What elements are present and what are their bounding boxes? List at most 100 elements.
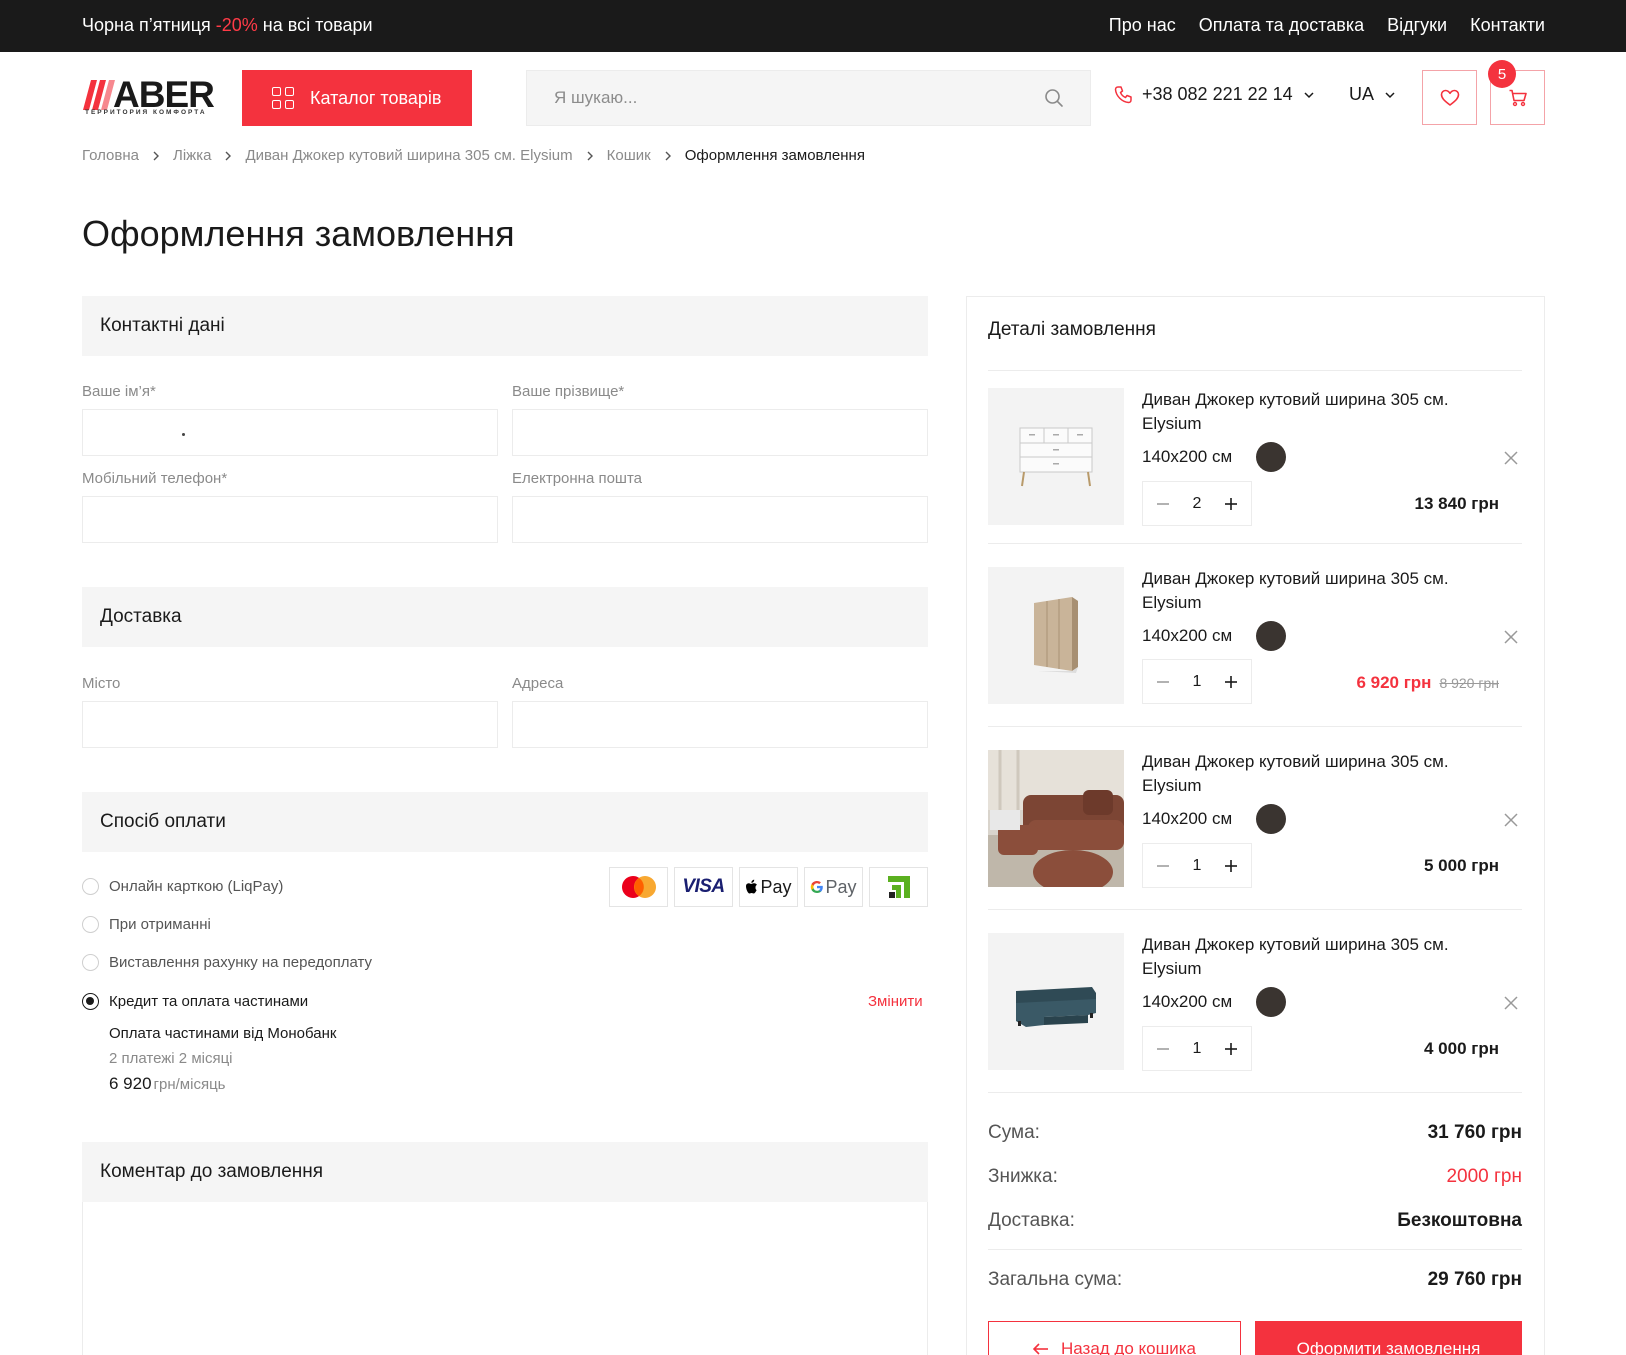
back-to-cart-button[interactable]: Назад до кошика — [988, 1321, 1241, 1355]
cart-item-image[interactable] — [988, 388, 1124, 525]
payment-option-label: Кредит та оплата частинами — [109, 993, 309, 1010]
radio-button[interactable] — [82, 916, 99, 933]
chevron-right-icon — [587, 151, 593, 160]
first-name-input[interactable] — [83, 410, 497, 455]
credit-terms: 2 платежі 2 місяці — [109, 1050, 233, 1067]
email-input[interactable] — [513, 497, 927, 542]
summary-delivery-value: Безкоштовна — [1397, 1210, 1522, 1231]
quantity-value: 1 — [1192, 1039, 1202, 1057]
close-icon[interactable] — [1503, 995, 1519, 1011]
cart-item-image[interactable] — [988, 750, 1124, 887]
visa-text: VISA — [682, 876, 725, 897]
phone-icon — [1114, 85, 1132, 103]
grid-icon — [272, 87, 294, 109]
close-icon[interactable] — [1503, 450, 1519, 466]
chevron-down-icon — [1385, 91, 1395, 98]
breadcrumb-product[interactable]: Диван Джокер кутовий ширина 305 см. Elys… — [245, 147, 572, 164]
phone-dropdown[interactable]: +38 082 221 22 14 — [1113, 84, 1315, 105]
minus-icon[interactable] — [1155, 674, 1171, 690]
minus-icon[interactable] — [1155, 1041, 1171, 1057]
promo-before: Чорна п’ятниця — [82, 15, 216, 35]
nav-contacts[interactable]: Контакти — [1470, 15, 1545, 36]
change-credit-link[interactable]: Змінити — [868, 993, 923, 1010]
minus-icon[interactable] — [1155, 858, 1171, 874]
cart-item-image[interactable] — [988, 933, 1124, 1070]
payment-option-credit[interactable]: Кредит та оплата частинами — [82, 993, 308, 1010]
email-label: Електронна пошта — [512, 470, 643, 487]
summary-discount-value: 2000 грн — [1446, 1166, 1522, 1187]
last-name-field — [512, 409, 928, 456]
submit-order-label: Оформити замовлення — [1296, 1339, 1481, 1355]
last-name-input[interactable] — [513, 410, 927, 455]
brown-sofa-image — [988, 750, 1124, 887]
color-swatch — [1256, 804, 1286, 834]
close-icon[interactable] — [1503, 629, 1519, 645]
plus-icon[interactable] — [1223, 674, 1239, 690]
google-pay-logo: Pay — [804, 867, 863, 907]
city-label: Місто — [82, 675, 121, 692]
close-icon[interactable] — [1503, 812, 1519, 828]
payment-option-on-receipt[interactable]: При отриманні — [82, 916, 211, 933]
quantity-stepper: 1 — [1142, 843, 1252, 888]
comment-textarea[interactable] — [83, 1202, 927, 1355]
language-dropdown[interactable]: UA — [1349, 84, 1396, 105]
summary-discount-label: Знижка: — [988, 1166, 1058, 1187]
summary-total-row: Загальна сума: 29 760 грн — [988, 1269, 1522, 1291]
divider — [988, 370, 1522, 371]
first-name-label: Ваше ім’я* — [82, 383, 156, 400]
cart-item-name[interactable]: Диван Джокер кутовий ширина 305 см. Elys… — [1142, 567, 1472, 615]
cart-item-name[interactable]: Диван Джокер кутовий ширина 305 см. Elys… — [1142, 750, 1472, 798]
plus-icon[interactable] — [1223, 1041, 1239, 1057]
sale-price: 6 920 грн — [1356, 673, 1432, 692]
radio-button[interactable] — [82, 954, 99, 971]
plus-icon[interactable] — [1223, 496, 1239, 512]
divider — [988, 909, 1522, 910]
apple-pay-text: Pay — [760, 876, 792, 897]
radio-button[interactable] — [82, 878, 99, 895]
top-nav: Про нас Оплата та доставка Відгуки Конта… — [1109, 15, 1545, 36]
catalog-label: Каталог товарів — [310, 87, 442, 108]
summary-discount-row: Знижка: 2000 грн — [988, 1166, 1522, 1188]
nav-about[interactable]: Про нас — [1109, 15, 1176, 36]
quantity-stepper: 1 — [1142, 659, 1252, 704]
order-details-heading: Деталі замовлення — [988, 319, 1156, 340]
logo-tagline: ТЕРРИТОРИЯ КОМФОРТА — [85, 109, 207, 116]
summary-total-label: Загальна сума: — [988, 1269, 1123, 1290]
teal-corner-sofa-image — [988, 933, 1124, 1070]
cart-item-name[interactable]: Диван Джокер кутовий ширина 305 см. Elys… — [1142, 933, 1472, 981]
search-icon[interactable] — [1044, 88, 1064, 108]
catalog-button[interactable]: Каталог товарів — [242, 70, 472, 126]
submit-order-button[interactable]: Оформити замовлення — [1255, 1321, 1522, 1355]
breadcrumb-cart[interactable]: Кошик — [607, 147, 651, 164]
payment-option-liqpay[interactable]: Онлайн карткою (LiqPay) — [82, 878, 283, 895]
arrow-left-icon — [1032, 1343, 1048, 1355]
comment-heading: Коментар до замовлення — [82, 1142, 928, 1202]
address-input[interactable] — [513, 702, 927, 747]
summary-delivery-label: Доставка: — [988, 1210, 1075, 1231]
credit-amount: 6 920 — [109, 1074, 152, 1093]
payment-option-invoice[interactable]: Виставлення рахунку на передоплату — [82, 954, 372, 971]
nav-payment-delivery[interactable]: Оплата та доставка — [1199, 15, 1364, 36]
minus-icon[interactable] — [1155, 496, 1171, 512]
quantity-value: 1 — [1192, 856, 1202, 874]
cart-item-image[interactable] — [988, 567, 1124, 704]
promo-text: Чорна п’ятниця -20% на всі товари — [82, 15, 373, 36]
logo[interactable]: ABER ТЕРРИТОРИЯ КОМФОРТА — [83, 74, 215, 118]
radio-button-checked[interactable] — [82, 993, 99, 1010]
wishlist-button[interactable] — [1422, 70, 1477, 125]
google-pay-text: Pay — [825, 876, 857, 897]
cart-item-name[interactable]: Диван Джокер кутовий ширина 305 см. Elys… — [1142, 388, 1472, 436]
nav-reviews[interactable]: Відгуки — [1387, 15, 1447, 36]
phone-input[interactable] — [83, 497, 497, 542]
quantity-value: 2 — [1192, 494, 1202, 512]
plus-icon[interactable] — [1223, 858, 1239, 874]
apple-icon — [746, 879, 758, 894]
phone-number: +38 082 221 22 14 — [1142, 84, 1293, 104]
search-input[interactable] — [527, 71, 1090, 125]
city-input[interactable] — [83, 702, 497, 747]
breadcrumb-beds[interactable]: Ліжка — [173, 147, 211, 164]
breadcrumb-home[interactable]: Головна — [82, 147, 139, 164]
heart-icon — [1440, 89, 1459, 106]
payment-heading: Спосіб оплати — [82, 792, 928, 852]
quantity-stepper: 1 — [1142, 1026, 1252, 1071]
